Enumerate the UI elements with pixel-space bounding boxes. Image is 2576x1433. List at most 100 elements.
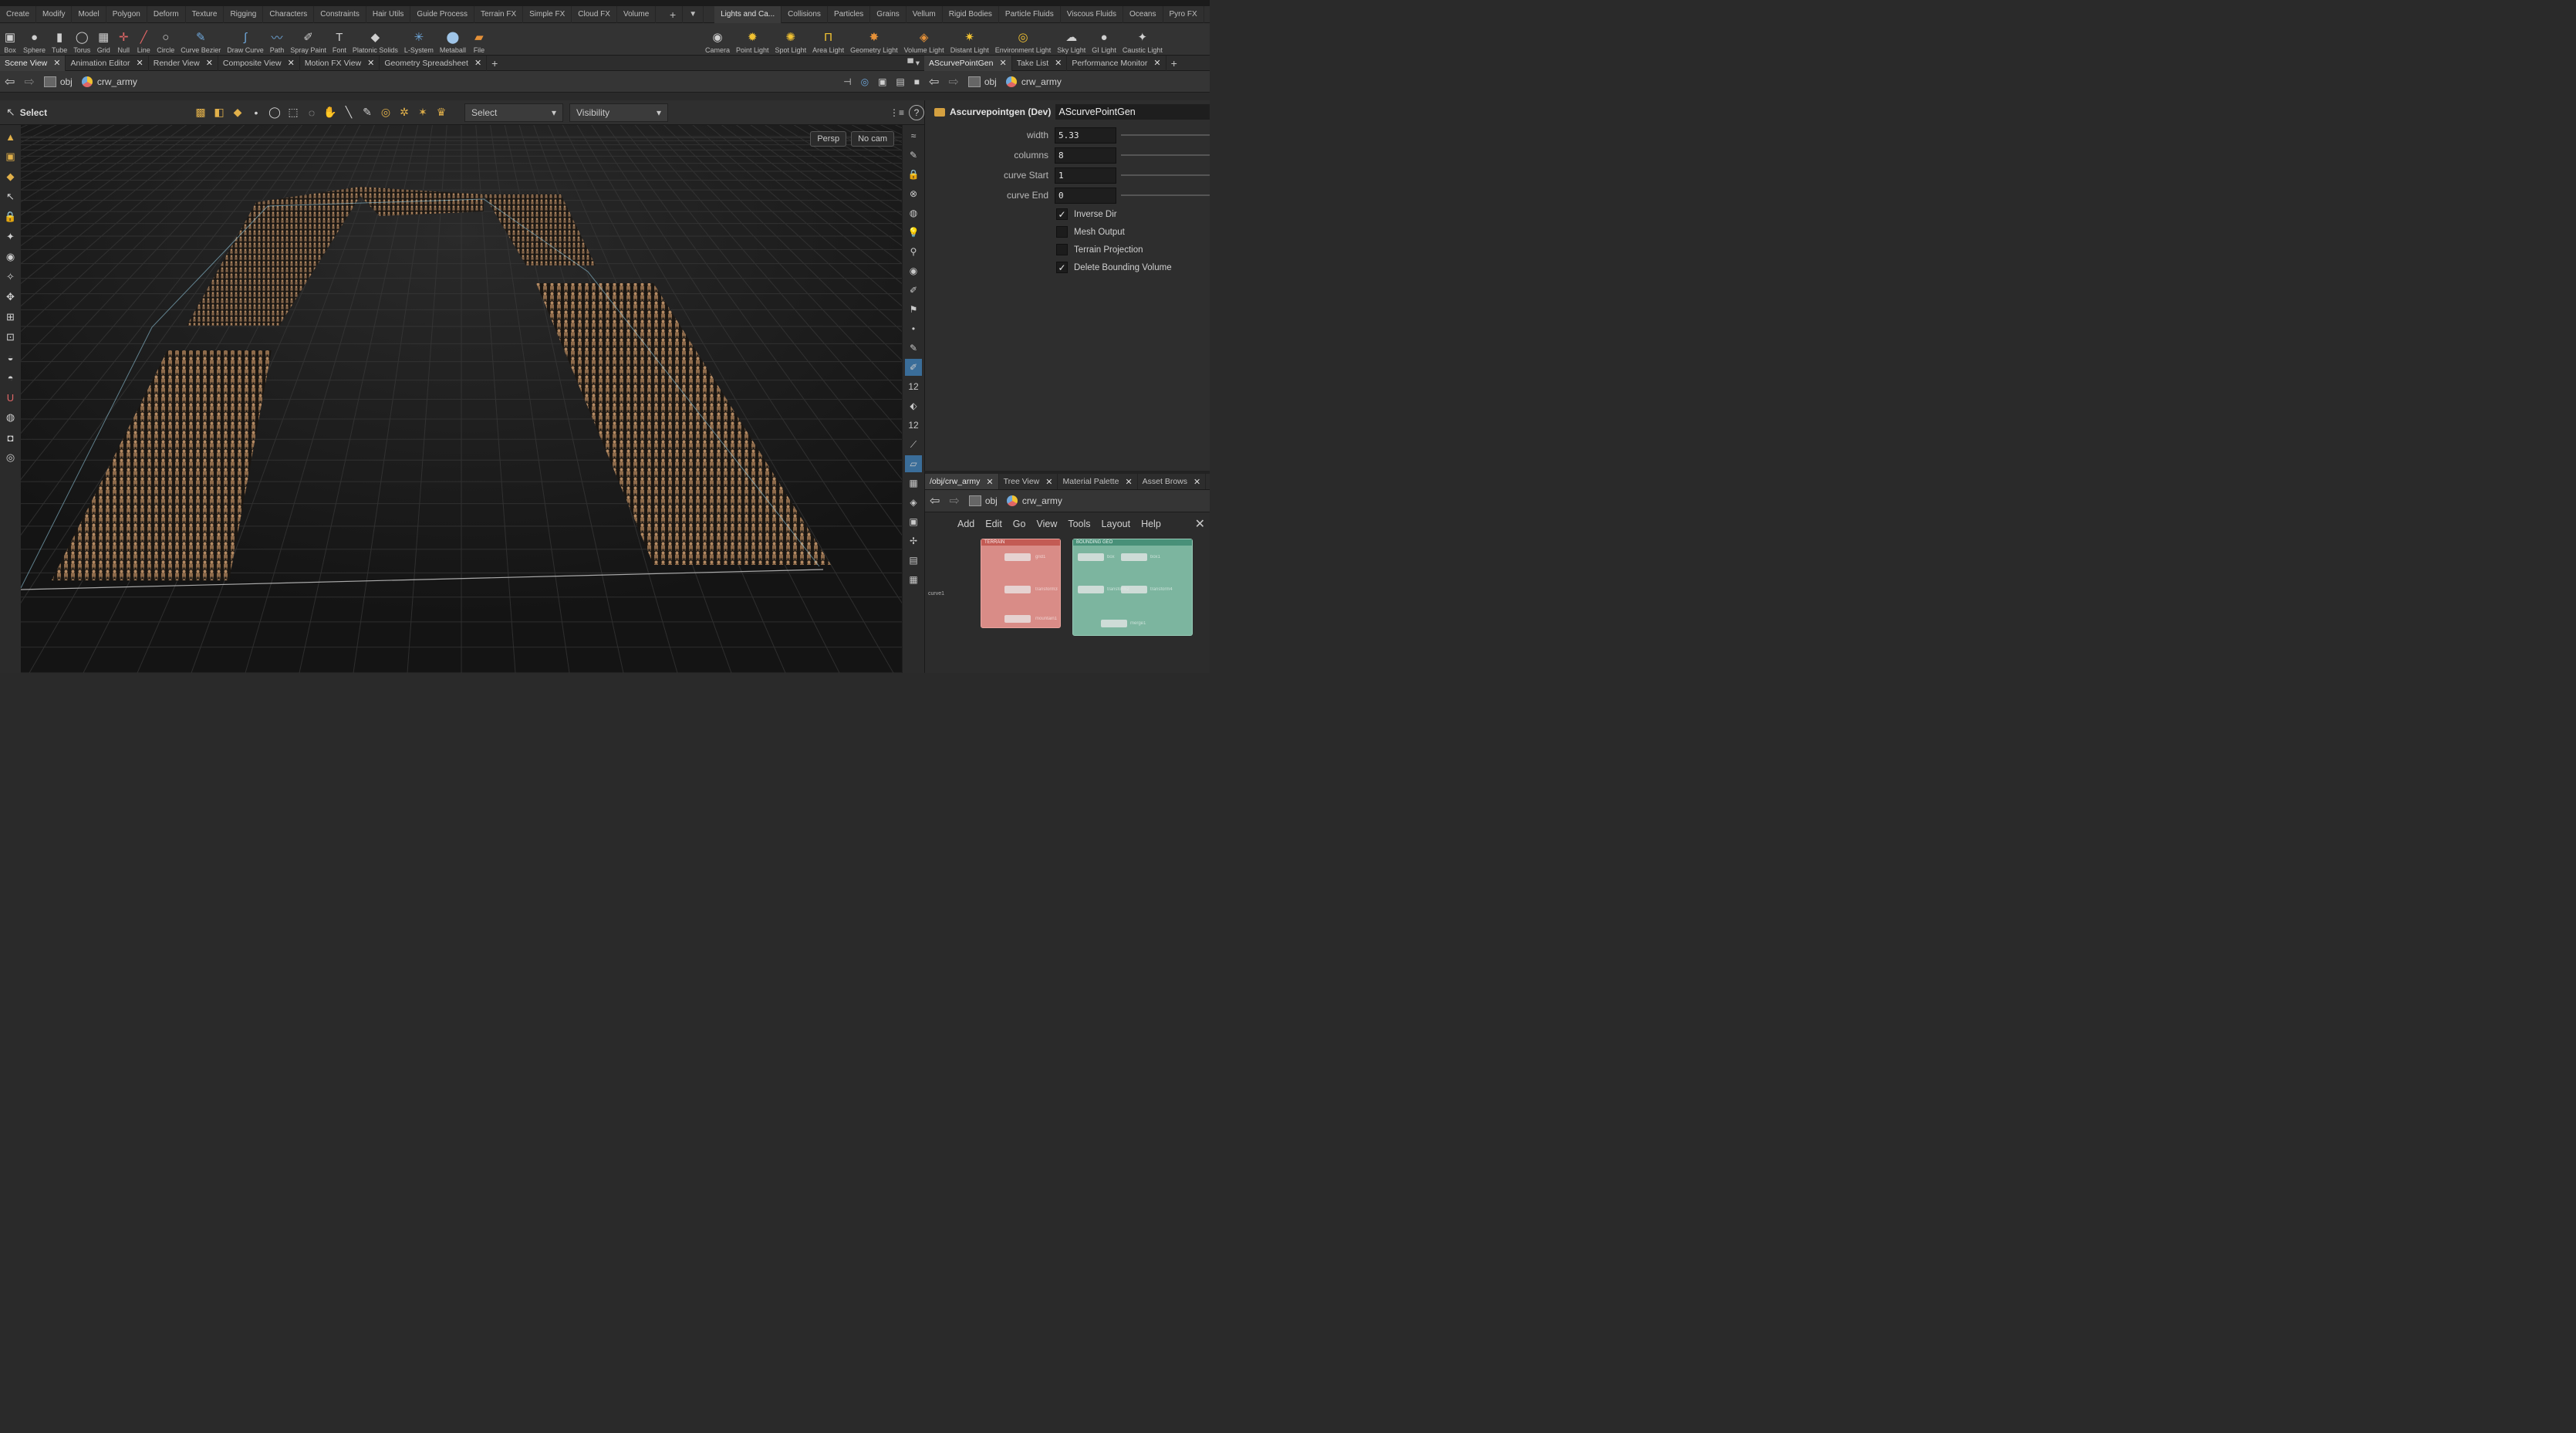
pane-tab-tree-view[interactable]: Tree View ✕ [999, 474, 1058, 489]
add-pane-tab-button-right[interactable]: + [1166, 56, 1182, 71]
numbers2-icon[interactable]: 12 [905, 417, 922, 434]
path-node-button[interactable]: crw_army [77, 74, 142, 90]
handle-icon[interactable]: ▲ [2, 128, 19, 145]
select-dropdown[interactable]: Select ▾ [464, 103, 563, 122]
forward-arrow-icon[interactable]: ⇨ [19, 74, 39, 90]
arrow-cursor-icon[interactable]: ↖ [2, 188, 19, 205]
add-shelf-button[interactable]: + [663, 5, 684, 23]
vertex-select-icon[interactable]: • [247, 106, 265, 119]
map-icon[interactable]: ▣ [905, 513, 922, 530]
pane-layout-icon[interactable]: ▀ ▾ [903, 56, 924, 71]
shelf-tab-hair-utils[interactable]: Hair Utils [366, 5, 411, 23]
pane-tab-scene-view[interactable]: Scene View ✕ [0, 55, 66, 71]
render-region-icon[interactable]: ◘ [2, 429, 19, 446]
shelf-tab-particles[interactable]: Particles [828, 5, 871, 23]
shelf-tool-spot-light[interactable]: ✺ Spot Light [772, 22, 810, 56]
close-icon[interactable]: ✕ [474, 58, 481, 68]
shelf-tool-geometry-light[interactable]: ✸ Geometry Light [847, 22, 901, 56]
toggle-mesh-output[interactable]: Mesh Output [925, 223, 1210, 241]
shelf-tab-create[interactable]: Create [0, 5, 37, 23]
checkbox[interactable] [1056, 244, 1068, 255]
hide-icon[interactable]: ✎ [905, 147, 922, 164]
snapping-options-icon[interactable]: ⋮≡ [885, 105, 909, 120]
pose-icon[interactable]: ✦ [2, 228, 19, 245]
magnet-icon[interactable]: U [2, 389, 19, 406]
shelf-tab-simple-fx[interactable]: Simple FX [523, 5, 572, 23]
persp-menu[interactable]: Persp [810, 131, 847, 147]
path-obj-button[interactable]: obj [964, 493, 1002, 509]
node-name-field[interactable]: AScurvePointGen [1055, 104, 1210, 120]
checkbox[interactable]: ✓ [1056, 208, 1068, 220]
bone-icon[interactable]: ✐ [905, 282, 922, 299]
add-pane-tab-button[interactable]: + [487, 56, 502, 71]
back-arrow-icon[interactable]: ⇦ [925, 493, 944, 509]
light-link-icon[interactable]: ⚲ [905, 243, 922, 260]
maximize-icon[interactable]: ■ [910, 74, 924, 90]
shelf-tab-texture[interactable]: Texture [186, 5, 225, 23]
node-transform4[interactable] [1121, 586, 1147, 593]
param-field-curve-end[interactable]: 0 [1055, 187, 1116, 204]
shelf-tool-camera[interactable]: ◉ Camera [702, 22, 733, 56]
shelf-tool-metaball[interactable]: ⬤ Metaball [437, 22, 469, 56]
normals-icon[interactable]: ⬖ [905, 397, 922, 414]
shelf-tab-pyro-fx[interactable]: Pyro FX [1163, 5, 1204, 23]
pane-tab-asset-brows[interactable]: Asset Brows ✕ [1138, 474, 1207, 489]
pane-tab-motion-fx-view[interactable]: Motion FX View ✕ [300, 55, 380, 71]
cube-icon[interactable]: ▣ [873, 74, 891, 90]
forward-arrow-icon[interactable]: ⇨ [944, 493, 964, 509]
path-obj-button[interactable]: obj [964, 74, 1001, 90]
shelf-tool-torus[interactable]: ◯ Torus [70, 22, 93, 56]
path-obj-button[interactable]: obj [39, 74, 77, 90]
checkbox[interactable] [1056, 226, 1068, 238]
pen-icon[interactable]: ✐ [905, 359, 922, 376]
camera-orbit-icon[interactable]: ◍ [2, 409, 19, 426]
close-icon[interactable]: ✕ [367, 58, 374, 68]
camera-icon[interactable]: ◉ [905, 262, 922, 279]
node-box-bounding-geo[interactable]: BOUNDING GEO box box1 transform2 transfo… [1072, 539, 1193, 636]
shelf-tool-path[interactable]: 〰 Path [267, 22, 288, 56]
shelf-tab-vellum[interactable]: Vellum [906, 5, 943, 23]
node-merge[interactable] [1101, 620, 1127, 627]
close-icon[interactable]: ✕ [137, 58, 143, 68]
display-options-icon[interactable]: ▤ [891, 74, 909, 90]
snap-point-icon[interactable]: ◒ [2, 349, 19, 366]
checkbox[interactable]: ✓ [1056, 262, 1068, 273]
shelf-tool-sphere[interactable]: ● Sphere [20, 22, 49, 56]
node-box[interactable] [1078, 553, 1104, 561]
pin-icon[interactable]: ⊣ [839, 74, 856, 90]
shelf-tab-oceans[interactable]: Oceans [1123, 5, 1163, 23]
shelf-tab-cloud-fx[interactable]: Cloud FX [572, 5, 617, 23]
shelf-tool-l-system[interactable]: ✳ L-System [401, 22, 437, 56]
path-node-button[interactable]: crw_army [1002, 493, 1067, 509]
shelf-tool-font[interactable]: T Font [329, 22, 349, 56]
lasso-select-icon[interactable]: ◌ [302, 106, 321, 119]
network-menu-layout[interactable]: Layout [1096, 519, 1136, 529]
shelf-tool-grid[interactable]: ▦ Grid [93, 22, 113, 56]
display-options-icon[interactable]: ≈ [905, 127, 922, 144]
back-arrow-icon[interactable]: ⇦ [924, 74, 944, 90]
pane-tab-animation-editor[interactable]: Animation Editor ✕ [66, 55, 149, 71]
shelf-tab-modify[interactable]: Modify [36, 5, 73, 23]
wrench-icon[interactable]: ✕ [1195, 516, 1210, 532]
param-slider[interactable] [1121, 194, 1210, 196]
pane-tab-material-palette[interactable]: Material Palette ✕ [1058, 474, 1138, 489]
node-mountain[interactable] [1004, 615, 1031, 623]
light-icon[interactable]: 💡 [905, 224, 922, 241]
point-icon[interactable]: • [905, 320, 922, 337]
axis-icon[interactable]: ✢ [905, 532, 922, 549]
link-icon[interactable]: ◎ [856, 74, 873, 90]
node-box1[interactable] [1121, 553, 1147, 561]
network-menu-help[interactable]: Help [1136, 519, 1166, 529]
shelf-tab-polygon[interactable]: Polygon [106, 5, 147, 23]
close-icon[interactable]: ✕ [288, 58, 295, 68]
connectivity-icon[interactable]: ✲ [395, 106, 414, 119]
shelf-tab-viscous-fluids[interactable]: Viscous Fluids [1061, 5, 1124, 23]
shelf-tab-deform[interactable]: Deform [147, 5, 186, 23]
pane-tab-ascurvepointgen[interactable]: AScurvePointGen ✕ [924, 55, 1012, 71]
shelf-tab-characters[interactable]: Characters [263, 5, 315, 23]
param-slider[interactable] [1121, 154, 1210, 156]
node-transform[interactable] [1004, 586, 1031, 593]
shelf-tab-rigging[interactable]: Rigging [224, 5, 264, 23]
close-icon[interactable]: ✕ [1045, 477, 1052, 487]
viewport-scene[interactable] [21, 125, 902, 673]
